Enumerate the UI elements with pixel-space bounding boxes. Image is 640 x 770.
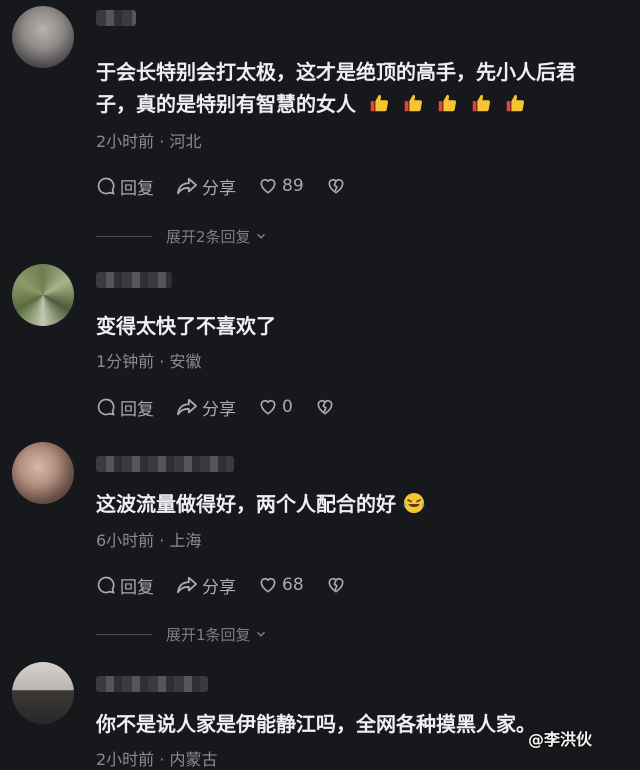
like-button[interactable]: 0 [258,397,293,417]
comment-bubble-icon [97,398,115,416]
thumbs-up-icon [370,94,389,112]
heart-icon [260,178,276,194]
expand-replies-button[interactable]: 展开1条回复 [96,624,268,644]
reply-button[interactable]: 回复 [96,395,154,420]
reply-label: 回复 [120,577,154,598]
divider-line [96,235,152,237]
watermark-label: @李洪伙 [528,730,593,749]
thumbs-up-icon [438,94,457,112]
heart-icon [260,399,276,415]
broken-heart-icon [328,178,344,194]
laughing-tears-icon [403,493,425,513]
reply-button[interactable]: 回复 [96,573,154,598]
share-button[interactable]: 分享 [176,174,236,199]
thumbs-up-icon [404,94,423,112]
like-button[interactable]: 89 [258,176,304,196]
username-blurred[interactable] [96,272,172,288]
comment-actions: 回复 分享 0 [96,395,357,420]
comment-text: 于会长特别会打太极，这才是绝顶的高手，先小人后君子，真的是特别有智慧的女人 [96,56,600,120]
like-button[interactable]: 68 [258,575,304,595]
heart-icon [260,577,276,593]
avatar[interactable] [12,662,74,724]
dislike-button[interactable] [326,575,346,595]
username-blurred[interactable] [96,10,136,26]
dislike-button[interactable] [315,397,335,417]
thumbs-up-icon [472,94,491,112]
comment-text: 这波流量做得好，两个人配合的好 [96,488,600,520]
username-blurred[interactable] [96,676,208,692]
comment-text: 你不是说人家是伊能静江吗，全网各种摸黑人家。 [96,712,536,736]
comment-actions: 回复 分享 89 [96,174,368,199]
thumbs-up-icon [506,94,525,112]
comment-meta: 2小时前 · 内蒙古 [96,750,218,769]
dislike-button[interactable] [326,176,346,196]
share-label: 分享 [202,399,236,420]
like-count: 89 [282,176,304,196]
comment-meta: 6小时前 · 上海 [96,531,202,550]
share-arrow-icon [177,398,197,416]
share-button[interactable]: 分享 [176,573,236,598]
comment-meta: 2小时前 · 河北 [96,132,202,151]
share-label: 分享 [202,178,236,199]
comment-bubble-icon [97,177,115,195]
watermark: @李洪伙 [528,726,592,750]
chevron-down-icon [256,233,265,239]
comment-text-content: 这波流量做得好，两个人配合的好 [96,492,396,516]
avatar[interactable] [12,442,74,504]
share-label: 分享 [202,577,236,598]
like-count: 68 [282,575,304,595]
comment-text: 变得太快了不喜欢了 [96,314,276,338]
broken-heart-icon [328,577,344,593]
share-arrow-icon [177,576,197,594]
expand-label: 展开1条回复 [166,625,251,644]
avatar[interactable] [12,264,74,326]
share-arrow-icon [177,177,197,195]
chevron-down-icon [256,631,265,637]
reply-button[interactable]: 回复 [96,174,154,199]
avatar[interactable] [12,6,74,68]
comment-bubble-icon [97,576,115,594]
comment-actions: 回复 分享 68 [96,573,368,598]
expand-label: 展开2条回复 [166,227,251,246]
share-button[interactable]: 分享 [176,395,236,420]
like-count: 0 [282,397,293,417]
expand-replies-button[interactable]: 展开2条回复 [96,226,268,246]
username-blurred[interactable] [96,456,234,472]
divider-line [96,633,152,635]
comment-meta: 1分钟前 · 安徽 [96,352,202,371]
reply-label: 回复 [120,178,154,199]
reply-label: 回复 [120,399,154,420]
broken-heart-icon [317,399,333,415]
